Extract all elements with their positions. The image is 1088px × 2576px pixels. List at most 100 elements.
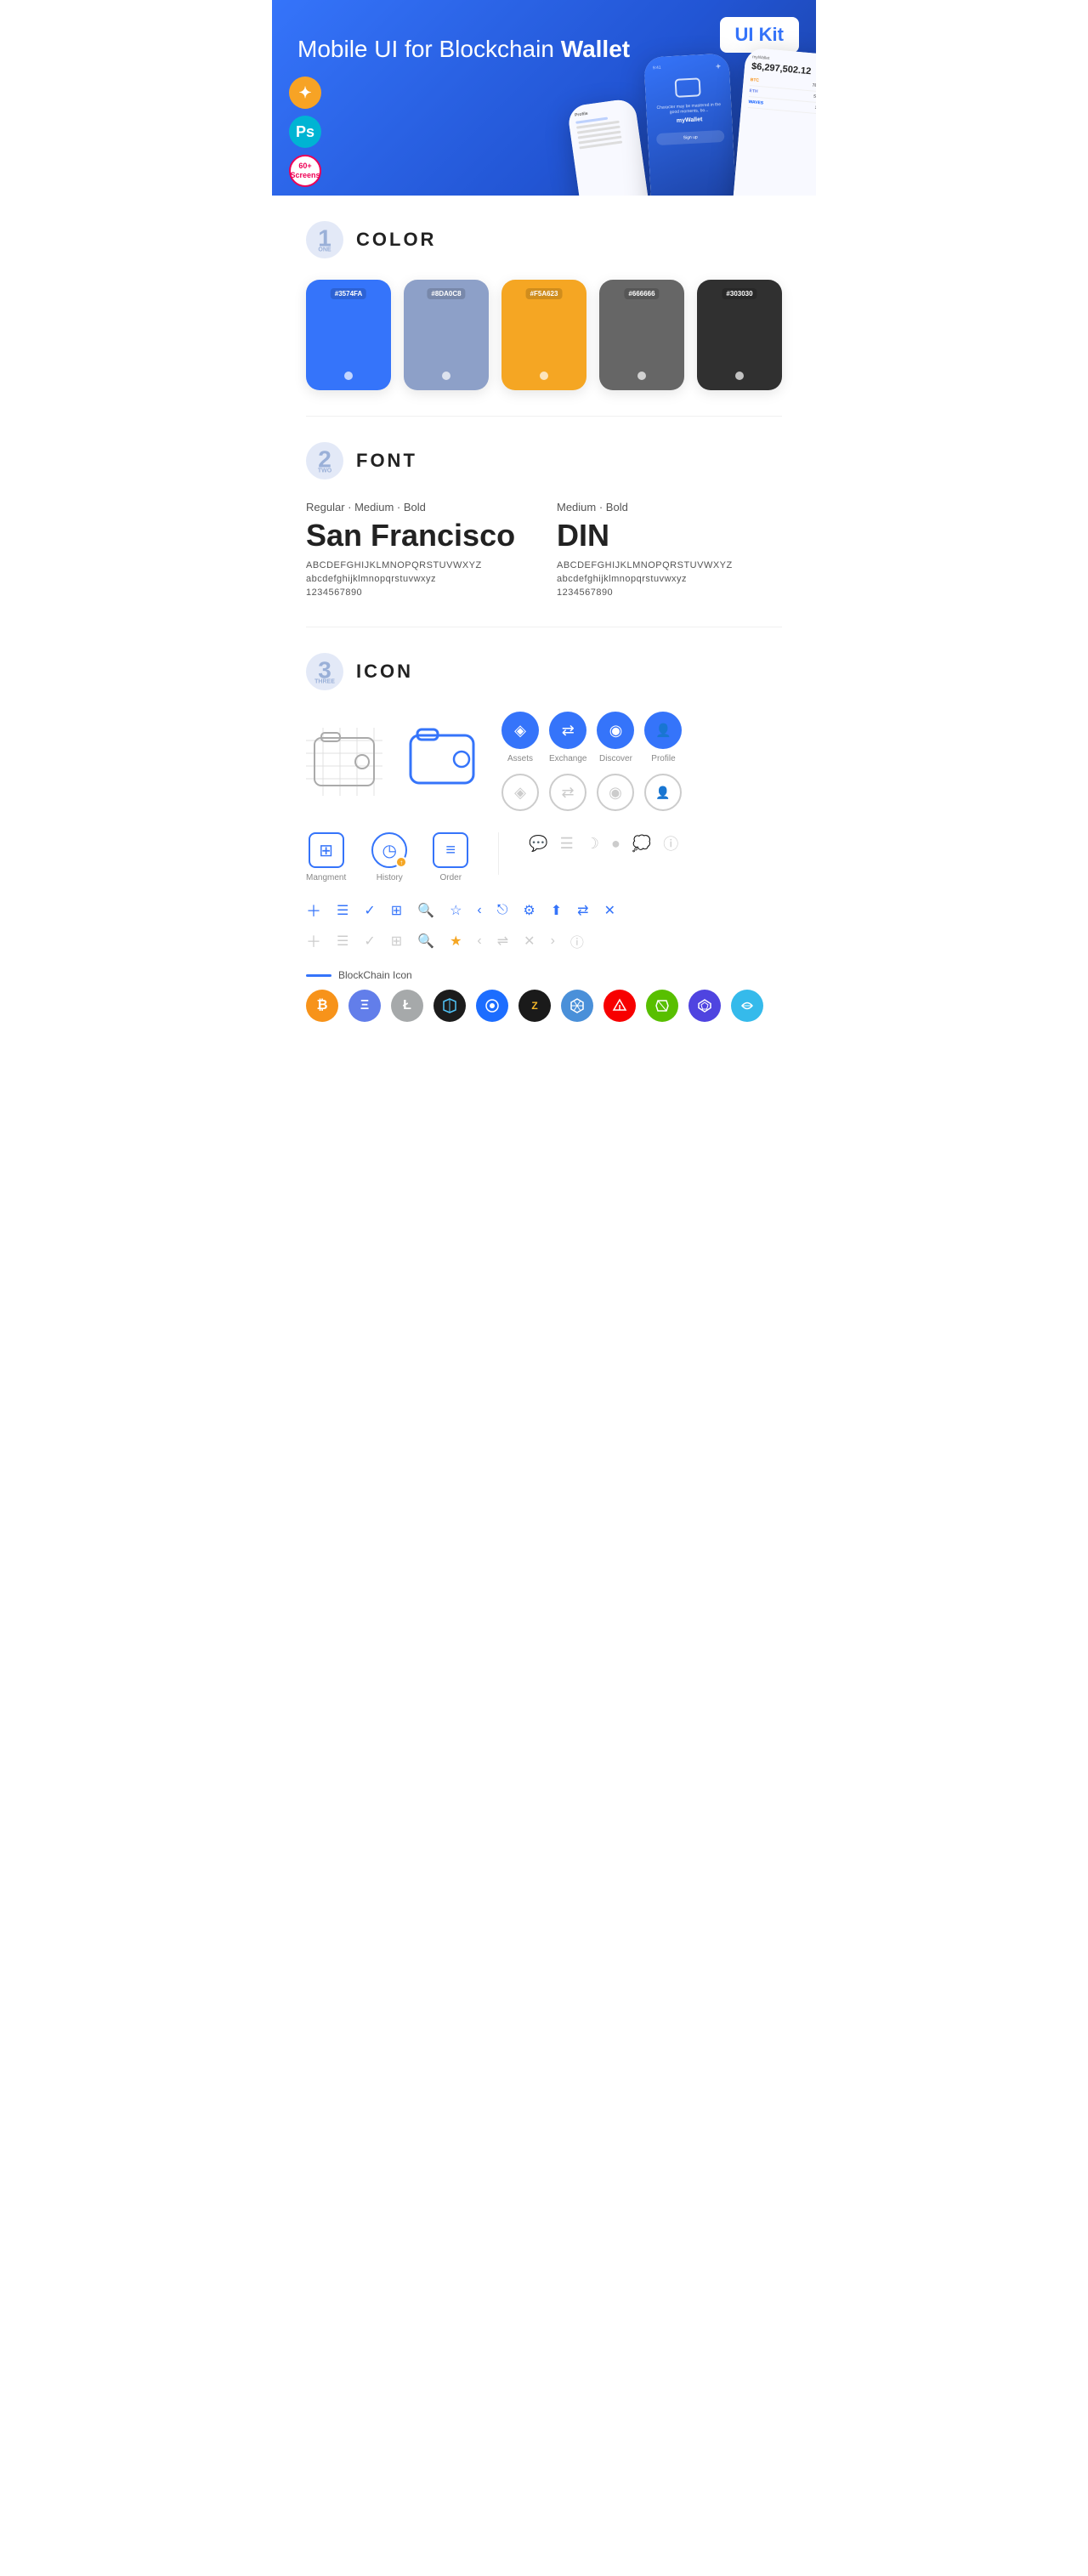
icon-divider — [498, 832, 499, 875]
check-icon: ✓ — [364, 902, 375, 919]
circle-icon: ● — [611, 835, 620, 853]
order-icon-box: ≡ Order — [433, 832, 468, 882]
section-number-3: 3 THREE — [306, 653, 343, 690]
section-title-font: FONT — [356, 450, 417, 472]
info-icon-gray: ⓘ — [570, 931, 584, 951]
assets-icon-outline: ◈ — [502, 774, 539, 811]
layers-icon: ☰ — [560, 835, 574, 853]
star-icon-orange: ★ — [450, 933, 462, 950]
swatch-gray: #666666 — [599, 280, 684, 390]
nav-icons-filled: ◈ Assets ⇄ Exchange ◉ Discover 👤 Profile — [502, 712, 682, 811]
section-title-icon: ICON — [356, 661, 413, 683]
color-swatches-container: #3574FA #8DA0C8 #F5A623 #666666 #303030 — [306, 280, 782, 390]
profile-icon: 👤 — [644, 712, 682, 749]
swatch-orange: #F5A623 — [502, 280, 586, 390]
discover-icon: ◉ — [597, 712, 634, 749]
profile-icon-box: 👤 Profile — [644, 712, 682, 763]
sf-lowercase: abcdefghijklmnopqrstuvwxyz — [306, 574, 531, 584]
nav-icons-row-top: ◈ Assets ⇄ Exchange ◉ Discover 👤 Profile — [502, 712, 682, 763]
misc-icons-gray: 💬 ☰ ☽ ● 💭 ⓘ — [529, 832, 678, 854]
wallet-filled-svg — [404, 725, 480, 793]
order-icon: ≡ — [433, 832, 468, 868]
hero-section: Mobile UI for Blockchain Wallet UI Kit ✦… — [272, 0, 816, 196]
blockchain-label: BlockChain Icon — [306, 969, 782, 981]
action-icons-row: ⊞ Mangment ◷ ↑ History ≡ Order 💬 ☰ ☽ ● 💭… — [306, 832, 782, 882]
check-icon-gray: ✓ — [364, 933, 375, 950]
share-icon-gray: ⇌ — [497, 933, 508, 950]
coin-bitcoin: ₿ — [306, 990, 338, 1022]
forward-icon-gray: › — [551, 933, 555, 949]
sketch-icon: ✦ — [289, 77, 321, 109]
section-header-color: 1 ONE COLOR — [306, 221, 782, 258]
search-icon: 🔍 — [417, 902, 434, 919]
coin-grid-hex — [561, 990, 593, 1022]
section-number-2: 2 TWO — [306, 442, 343, 479]
exchange-icon: ⇄ — [549, 712, 586, 749]
phone-mockup-right: myWallet $6,297,502.12 BTC 788.2003 ETH … — [732, 48, 816, 196]
settings-icon: ⚙ — [523, 902, 535, 919]
coin-zcash: Z — [518, 990, 551, 1022]
swatch-dot-orange — [540, 372, 548, 380]
wallet-wireframe-container — [306, 728, 382, 796]
photoshop-icon: Ps — [289, 116, 321, 148]
font-san-francisco: Regular · Medium · Bold San Francisco AB… — [306, 501, 531, 601]
comment-icon: 💭 — [632, 835, 651, 853]
section-header-icon: 3 THREE ICON — [306, 653, 782, 690]
assets-icon: ◈ — [502, 712, 539, 749]
wallet-wireframe-svg — [306, 728, 382, 796]
swatch-code-gray: #666666 — [624, 288, 659, 299]
wallet-icons-row: ◈ Assets ⇄ Exchange ◉ Discover 👤 Profile — [306, 712, 782, 811]
coin-ark — [604, 990, 636, 1022]
din-numbers: 1234567890 — [557, 587, 782, 598]
coin-dark — [434, 990, 466, 1022]
plus-icon: ＋ — [306, 899, 321, 922]
phone-mockups: Profile 9:41 + Ch — [573, 43, 816, 196]
plus-icon-gray: ＋ — [306, 930, 321, 952]
profile-icon-outline: 👤 — [644, 774, 682, 811]
management-icon-box: ⊞ Mangment — [306, 832, 346, 882]
hero-tool-icons: ✦ Ps 60+Screens — [289, 77, 321, 187]
swatch-code-dark: #303030 — [722, 288, 756, 299]
blockchain-line-accent — [306, 974, 332, 977]
share-icon: ⎋ — [497, 903, 508, 918]
section-title-color: COLOR — [356, 229, 436, 251]
coin-neo — [646, 990, 678, 1022]
swatch-code-orange: #F5A623 — [526, 288, 563, 299]
din-uppercase: ABCDEFGHIJKLMNOPQRSTUVWXYZ — [557, 560, 782, 570]
swatch-code-grayblue: #8DA0C8 — [427, 288, 465, 299]
wallet-filled-container — [404, 725, 480, 797]
close-icon-gray: ✕ — [524, 933, 535, 950]
grid-icon-gray: ⊞ — [391, 933, 402, 950]
back-icon-gray: ‹ — [477, 933, 481, 949]
search-icon-gray: 🔍 — [417, 933, 434, 950]
color-section: 1 ONE COLOR #3574FA #8DA0C8 #F5A623 #666… — [272, 196, 816, 416]
phone-mockup-left: Profile — [567, 98, 652, 196]
swatch-blue: #3574FA — [306, 280, 391, 390]
exchange-icon-outline: ⇄ — [549, 774, 586, 811]
icon-section: 3 THREE ICON — [272, 627, 816, 1047]
phone-mockup-center: 9:41 + Character may be mastered in the … — [643, 54, 737, 196]
sf-uppercase: ABCDEFGHIJKLMNOPQRSTUVWXYZ — [306, 560, 531, 570]
moon-icon: ☽ — [586, 835, 599, 853]
swatch-dark: #303030 — [697, 280, 782, 390]
swatch-dot-blue — [344, 372, 353, 380]
din-style-label: Medium · Bold — [557, 501, 782, 513]
coin-ethereum: Ξ — [348, 990, 381, 1022]
management-icon: ⊞ — [309, 832, 344, 868]
screens-badge: 60+Screens — [289, 155, 321, 187]
back-icon: ‹ — [477, 903, 481, 918]
star-icon: ☆ — [450, 902, 462, 919]
font-section: 2 TWO FONT Regular · Medium · Bold San F… — [272, 417, 816, 627]
din-lowercase: abcdefghijklmnopqrstuvwxyz — [557, 574, 782, 584]
coin-litecoin: Ł — [391, 990, 423, 1022]
coin-poly — [688, 990, 721, 1022]
chat-icon: 💬 — [529, 835, 547, 853]
utility-icons-blue: ＋ ☰ ✓ ⊞ 🔍 ☆ ‹ ⎋ ⚙ ⬆ ⇄ ✕ — [306, 899, 782, 922]
section-header-font: 2 TWO FONT — [306, 442, 782, 479]
utility-icons-gray: ＋ ☰ ✓ ⊞ 🔍 ★ ‹ ⇌ ✕ › ⓘ — [306, 930, 782, 952]
swatch-dot-grayblue — [442, 372, 450, 380]
grid-icon: ⊞ — [391, 902, 402, 919]
sf-numbers: 1234567890 — [306, 587, 531, 598]
nav-icons-row-outline: ◈ ⇄ ◉ 👤 — [502, 774, 682, 811]
upload-icon: ⬆ — [551, 902, 562, 919]
